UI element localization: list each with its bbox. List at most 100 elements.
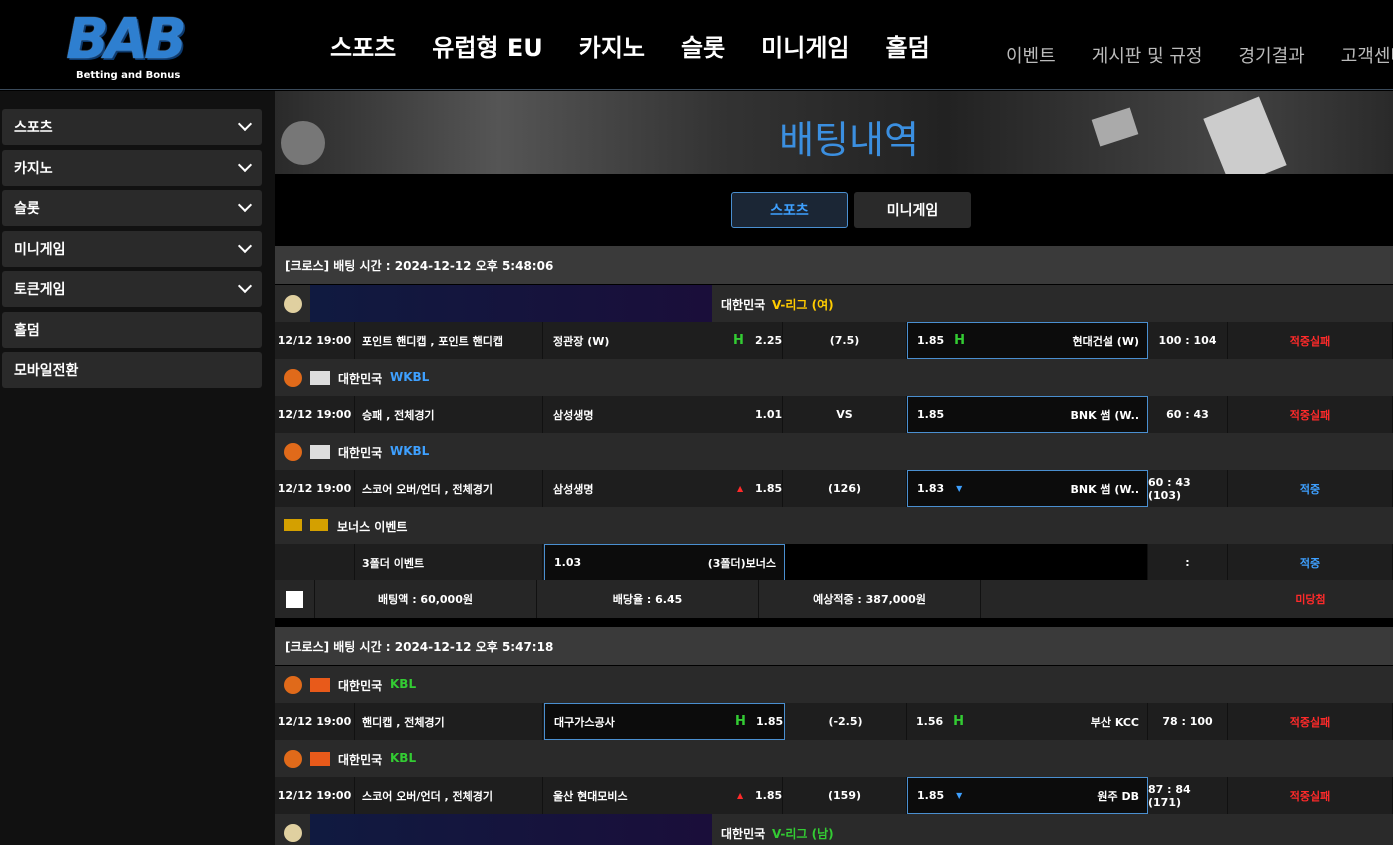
away-odd: 1.85 [917, 789, 945, 802]
league-name: V-리그 (여) [772, 298, 834, 312]
bet-tabs: 스포츠 미니게임 [275, 174, 1393, 246]
game-score: : [1148, 544, 1228, 581]
sidebar-item-label: 슬롯 [14, 201, 40, 217]
expected-win: 예상적중 : 387,000원 [759, 580, 981, 618]
away-pick[interactable]: 1.83 ▼ BNK 썸 (W.. [907, 470, 1148, 507]
away-team: 현대건설 (W) [1072, 334, 1140, 348]
line-value[interactable]: (-2.5) [785, 703, 907, 740]
league-banner-image [310, 285, 712, 322]
league-country: 대한민국 [338, 372, 383, 386]
away-team: 부산 KCC [1090, 715, 1139, 729]
sub-nav: 이벤트 게시판 및 규정 경기결과 고객센터 [1006, 42, 1393, 68]
away-pick[interactable]: 1.56 H 부산 KCC [907, 703, 1148, 740]
sidebar-item-minigame[interactable]: 미니게임 [2, 231, 262, 267]
league-country: 대한민국 [721, 298, 766, 312]
league-name: WKBL [390, 444, 430, 458]
line-value[interactable]: VS [783, 396, 907, 433]
sidebar-item-holdem[interactable]: 홀덤 [2, 312, 262, 348]
select-checkbox-cell [275, 580, 315, 618]
home-pick[interactable]: 대구가스공사 H 1.85 [544, 703, 785, 740]
home-odd: 1.85 [755, 482, 783, 495]
game-row: 12/12 19:00 핸디캡 , 전체경기 대구가스공사 H 1.85 (-2… [275, 703, 1393, 740]
game-result: 적중실패 [1228, 322, 1393, 359]
home-pick[interactable]: 삼성생명 1.01 [543, 396, 783, 433]
nav-event[interactable]: 이벤트 [1006, 42, 1056, 68]
sidebar-item-slot[interactable]: 슬롯 [2, 190, 262, 226]
away-pick[interactable]: 1.85 BNK 썸 (W.. [907, 396, 1148, 433]
league-row: 대한민국 WKBL [275, 359, 1393, 396]
league-name: KBL [390, 751, 417, 765]
game-market: 포인트 핸디캡 , 포인트 핸디캡 [355, 322, 543, 359]
nav-board[interactable]: 게시판 및 규정 [1092, 42, 1203, 68]
home-odd: 1.85 [755, 789, 783, 802]
away-team: BNK 썸 (W.. [1070, 408, 1139, 422]
nav-results[interactable]: 경기결과 [1239, 42, 1305, 68]
bonus-pick[interactable]: 1.03 (3폴더)보너스 [544, 544, 785, 581]
league-country: 대한민국 [338, 446, 383, 460]
home-pick[interactable]: 삼성생명 ▲ 1.85 [543, 470, 783, 507]
nav-holdem[interactable]: 홀덤 [885, 28, 929, 63]
chevron-down-icon [237, 238, 253, 254]
sidebar-item-token[interactable]: 토큰게임 [2, 271, 262, 307]
bet-header: [크로스] 배팅 시간 : 2024-12-12 오후 5:48:06 [275, 246, 1393, 284]
chevron-down-icon [237, 157, 253, 173]
basketball-icon [284, 676, 302, 694]
bonus-icon [284, 519, 302, 531]
sidebar-item-mobile[interactable]: 모바일전환 [2, 352, 262, 388]
home-team: 삼성생명 [553, 482, 594, 496]
line-value[interactable]: (159) [783, 777, 907, 814]
chevron-down-icon [237, 278, 253, 294]
nav-casino[interactable]: 카지노 [579, 28, 645, 63]
home-team: 정관장 (W) [553, 334, 610, 348]
nav-sports[interactable]: 스포츠 [330, 28, 396, 63]
nav-slot[interactable]: 슬롯 [681, 28, 725, 63]
away-odd: 1.85 [917, 408, 945, 421]
league-country: 대한민국 [721, 827, 766, 841]
home-odd: 2.25 [755, 334, 783, 347]
home-pick[interactable]: 정관장 (W) H 2.25 [543, 322, 783, 359]
nav-minigame[interactable]: 미니게임 [761, 28, 849, 63]
chevron-down-icon [237, 197, 253, 213]
home-team: 울산 현대모비스 [553, 789, 628, 803]
away-pick[interactable]: 1.85 ▼ 원주 DB [907, 777, 1148, 814]
site-logo[interactable]: BAB Betting and Bonus [66, 12, 188, 84]
game-row: 12/12 19:00 승패 , 전체경기 삼성생명 1.01 VS 1.85 … [275, 396, 1393, 433]
away-pick[interactable]: 1.85 H 현대건설 (W) [907, 322, 1148, 359]
away-team: 원주 DB [1097, 789, 1139, 803]
league-name: V-리그 (남) [772, 827, 834, 841]
league-banner-image [310, 814, 712, 845]
nav-eu[interactable]: 유럽형 EU [432, 28, 542, 63]
sidebar-item-label: 스포츠 [14, 120, 53, 136]
nav-support[interactable]: 고객센터 [1341, 42, 1393, 68]
line-value[interactable]: (126) [783, 470, 907, 507]
bet-amount: 배팅액 : 60,000원 [315, 580, 537, 618]
game-score: 100 : 104 [1148, 322, 1228, 359]
bonus-odd: 1.03 [554, 556, 582, 569]
game-row: 12/12 19:00 스코어 오버/언더 , 전체경기 울산 현대모비스 ▲ … [275, 777, 1393, 814]
arrow-down-icon: ▲ [737, 791, 744, 800]
game-market: 승패 , 전체경기 [355, 396, 543, 433]
league-name: KBL [390, 677, 417, 691]
select-checkbox[interactable] [286, 590, 303, 608]
tab-minigame[interactable]: 미니게임 [854, 192, 971, 228]
game-time: 12/12 19:00 [275, 396, 355, 433]
game-result: 적중 [1228, 544, 1393, 581]
sidebar-item-label: 모바일전환 [14, 363, 79, 379]
line-value[interactable]: (7.5) [783, 322, 907, 359]
bet-status: 미당첨 [1295, 593, 1326, 606]
page-title: 배팅내역 [779, 118, 919, 162]
game-score: 78 : 100 [1148, 703, 1228, 740]
page-banner: 배팅내역 [275, 91, 1393, 188]
sidebar-item-sports[interactable]: 스포츠 [2, 109, 262, 145]
league-flag-icon [310, 371, 330, 385]
basketball-icon [284, 750, 302, 768]
home-odd: 1.85 [756, 715, 784, 728]
top-header: BAB Betting and Bonus 스포츠 유럽형 EU 카지노 슬롯 … [0, 0, 1393, 90]
league-flag-icon [310, 752, 330, 766]
tab-sports[interactable]: 스포츠 [731, 192, 848, 228]
volleyball-icon [284, 824, 302, 842]
basketball-icon [284, 443, 302, 461]
sidebar-item-casino[interactable]: 카지노 [2, 150, 262, 186]
league-flag-icon [310, 678, 330, 692]
home-pick[interactable]: 울산 현대모비스 ▲ 1.85 [543, 777, 783, 814]
